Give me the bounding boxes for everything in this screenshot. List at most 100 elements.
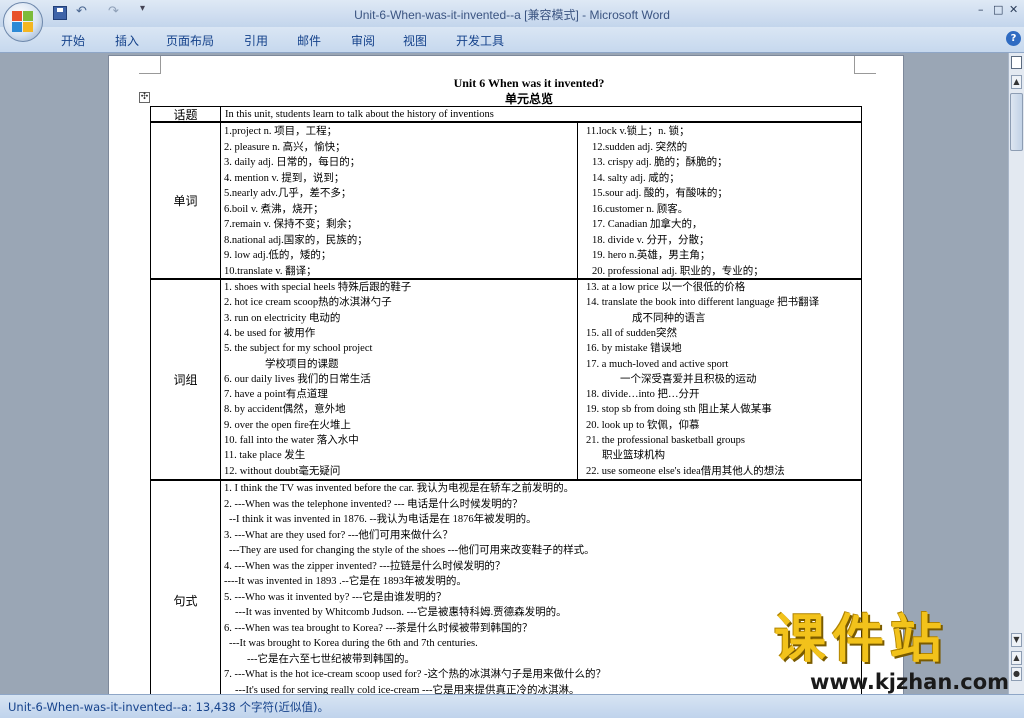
phrase-item: 19. stop sb from doing sth 阻止某人做某事 — [586, 404, 772, 416]
vocab-item: 20. professional adj. 职业的，专业的； — [592, 265, 764, 277]
vocab-item: 15.sour adj. 酸的，有酸味的； — [592, 188, 728, 199]
phrase-item: 一个深受喜爱并且积极的运动 — [620, 373, 757, 385]
pattern-line: 4. ---When was the zipper invented? ---拉… — [224, 560, 506, 572]
phrase-item: 6. our daily lives 我们的日常生活 — [224, 373, 371, 385]
tab-references[interactable]: 引用 — [244, 32, 268, 49]
pattern-line: ---It was invented by Whitcomb Judson. -… — [235, 607, 567, 618]
phrase-item: 16. by mistake 错误地 — [586, 343, 682, 355]
vocab-item: 10.translate v. 翻译； — [224, 265, 317, 277]
office-button[interactable] — [3, 2, 43, 42]
document-page[interactable]: Unit 6 When was it invented? 单元总览 ✣ 话题 I… — [108, 55, 904, 694]
tab-insert[interactable]: 插入 — [115, 32, 139, 49]
vocab-item: 18. divide v. 分开，分散； — [592, 234, 710, 246]
pattern-line: ---It's used for serving really cold ice… — [235, 684, 580, 695]
document-title: Unit 6 When was it invented? — [453, 76, 605, 90]
phrase-item: 1. shoes with special heels 特殊后跟的鞋子 — [224, 282, 412, 293]
office-logo-icon — [12, 11, 34, 33]
crop-mark-top-right — [854, 56, 876, 74]
status-bar: Unit-6-When-was-it-invented--a: 13,438 个… — [0, 694, 1024, 718]
patterns-content: 1. I think the TV was invented before th… — [221, 481, 863, 694]
vocab-item: 8.national adj.国家的，民族的； — [224, 234, 368, 246]
pattern-line: --I think it was invented in 1876. --我认为… — [229, 514, 537, 525]
ribbon-tabs: 开始 插入 页面布局 引用 邮件 审阅 视图 开发工具 ? — [0, 27, 1024, 53]
vocab-item: 1.project n. 项目，工程； — [224, 126, 338, 137]
phrase-item: 22. use someone else's idea借用其他人的想法 — [586, 465, 785, 477]
table-move-handle-icon[interactable]: ✣ — [139, 92, 150, 103]
phrase-item: 10. fall into the water 落入水中 — [224, 435, 359, 446]
pattern-line: ---它是在六至七世纪被带到韩国的。 — [247, 653, 415, 665]
phrase-item: 13. at a low price 以一个很低的价格 — [586, 282, 746, 293]
phrase-item: 成不同种的语言 — [632, 312, 706, 324]
scroll-up-icon[interactable]: ▲ — [1011, 75, 1022, 89]
topic-content: In this unit, students learn to talk abo… — [221, 107, 863, 121]
scroll-thumb[interactable] — [1010, 93, 1023, 151]
tab-mailings[interactable]: 邮件 — [297, 32, 321, 49]
tab-view[interactable]: 视图 — [403, 32, 427, 49]
vertical-scrollbar[interactable]: ▲ ▼ ▲ ● — [1008, 53, 1024, 694]
document-subtitle: 单元总览 — [504, 92, 553, 106]
topic-text: In this unit, students learn to talk abo… — [225, 109, 494, 120]
phrase-item: 14. translate the book into different la… — [586, 297, 820, 309]
close-button[interactable]: ✕ — [1009, 3, 1018, 16]
phrase-item: 2. hot ice cream scoop热的冰淇淋勺子 — [224, 297, 392, 309]
phrase-item: 4. be used for 被用作 — [224, 327, 316, 339]
phrase-item: 5. the subject for my school project — [224, 343, 373, 355]
status-word-count[interactable]: Unit-6-When-was-it-invented--a: 13,438 个… — [8, 699, 329, 715]
phrase-item: 学校项目的课题 — [265, 358, 339, 370]
phrase-item: 11. take place 发生 — [224, 450, 306, 462]
tab-review[interactable]: 审阅 — [351, 32, 375, 49]
vocab-item: 2. pleasure n. 高兴，愉快； — [224, 141, 346, 153]
topic-label: 话题 — [151, 107, 221, 122]
view-ruler-icon[interactable] — [1011, 56, 1022, 69]
tab-developer[interactable]: 开发工具 — [456, 32, 504, 49]
previous-page-icon[interactable]: ▲ — [1011, 651, 1022, 665]
pattern-line: 7. ---What is the hot ice-cream scoop us… — [224, 669, 606, 680]
patterns-label: 句式 — [151, 481, 221, 694]
phrases-right-column: 13. at a low price 以一个很低的价格 14. translat… — [578, 280, 863, 479]
phrase-item: 17. a much-loved and active sport — [586, 358, 729, 370]
phrase-item: 3. run on electricity 电动的 — [224, 312, 341, 324]
vocab-item: 14. salty adj. 咸的； — [592, 172, 680, 184]
topic-row: 话题 In this unit, students learn to talk … — [150, 106, 862, 122]
vocab-item: 4. mention v. 提到，说到； — [224, 172, 345, 184]
pattern-line: 6. ---When was tea brought to Korea? ---… — [224, 622, 533, 634]
vocab-item: 11.lock v.锁上；n. 锁； — [586, 126, 690, 137]
vocabulary-row: 单词 1.project n. 项目，工程； 2. pleasure n. 高兴… — [150, 122, 862, 279]
phrases-row: 词组 1. shoes with special heels 特殊后跟的鞋子 2… — [150, 279, 862, 480]
crop-mark-top-left — [139, 56, 161, 74]
pattern-line: 2. ---When was the telephone invented? -… — [224, 498, 523, 510]
maximize-button[interactable]: □ — [993, 3, 1003, 16]
vocabulary-label: 单词 — [151, 123, 221, 278]
minimize-button[interactable]: – — [978, 3, 984, 16]
phrase-item: 职业篮球机构 — [602, 450, 665, 462]
phrase-item: 9. over the open fire在火堆上 — [224, 419, 351, 431]
vocab-item: 16.customer n. 顾客。 — [592, 203, 689, 215]
document-workspace: Unit 6 When was it invented? 单元总览 ✣ 话题 I… — [0, 53, 1008, 694]
phrase-item: 12. without doubt毫无疑问 — [224, 465, 341, 477]
tab-home[interactable]: 开始 — [61, 32, 85, 49]
select-browse-object-icon[interactable]: ● — [1011, 667, 1022, 681]
pattern-line: 3. ---What are they used for? ---他们可用来做什… — [224, 529, 453, 541]
vocabulary-left-column: 1.project n. 项目，工程； 2. pleasure n. 高兴，愉快… — [221, 123, 578, 278]
pattern-line: 1. I think the TV was invented before th… — [224, 483, 575, 494]
phrase-item: 20. look up to 钦佩，仰慕 — [586, 419, 700, 431]
document-name: Unit-6-When-was-it-invented--a [兼容模式] - — [354, 8, 590, 22]
pattern-line: ----It was invented in 1893 .--它是在 1893年… — [224, 576, 467, 587]
phrases-left-column: 1. shoes with special heels 特殊后跟的鞋子 2. h… — [221, 280, 578, 479]
vocab-item: 12.sudden adj. 突然的 — [592, 141, 688, 153]
phrase-item: 7. have a point有点道理 — [224, 389, 328, 401]
help-icon[interactable]: ? — [1006, 31, 1021, 46]
phrases-label: 词组 — [151, 280, 221, 479]
scroll-down-icon[interactable]: ▼ — [1011, 633, 1022, 647]
vocab-item: 7.remain v. 保持不变；剩余； — [224, 219, 358, 230]
vocab-item: 13. crispy adj. 脆的；酥脆的； — [592, 157, 728, 168]
pattern-line: 5. ---Who was it invented by? ---它是由谁发明的… — [224, 591, 447, 603]
vocab-item: 9. low adj.低的，矮的； — [224, 250, 332, 261]
pattern-line: ---They are used for changing the style … — [229, 545, 595, 556]
watermark-url: www.kjzhan.com — [810, 670, 1010, 694]
pattern-line: ---It was brought to Korea during the 6t… — [229, 638, 478, 649]
tab-page-layout[interactable]: 页面布局 — [166, 32, 214, 49]
watermark-logo: 课件站 — [774, 610, 949, 670]
vocab-item: 6.boil v. 煮沸，烧开； — [224, 203, 324, 215]
vocab-item: 5.nearly adv.几乎，差不多； — [224, 188, 352, 199]
